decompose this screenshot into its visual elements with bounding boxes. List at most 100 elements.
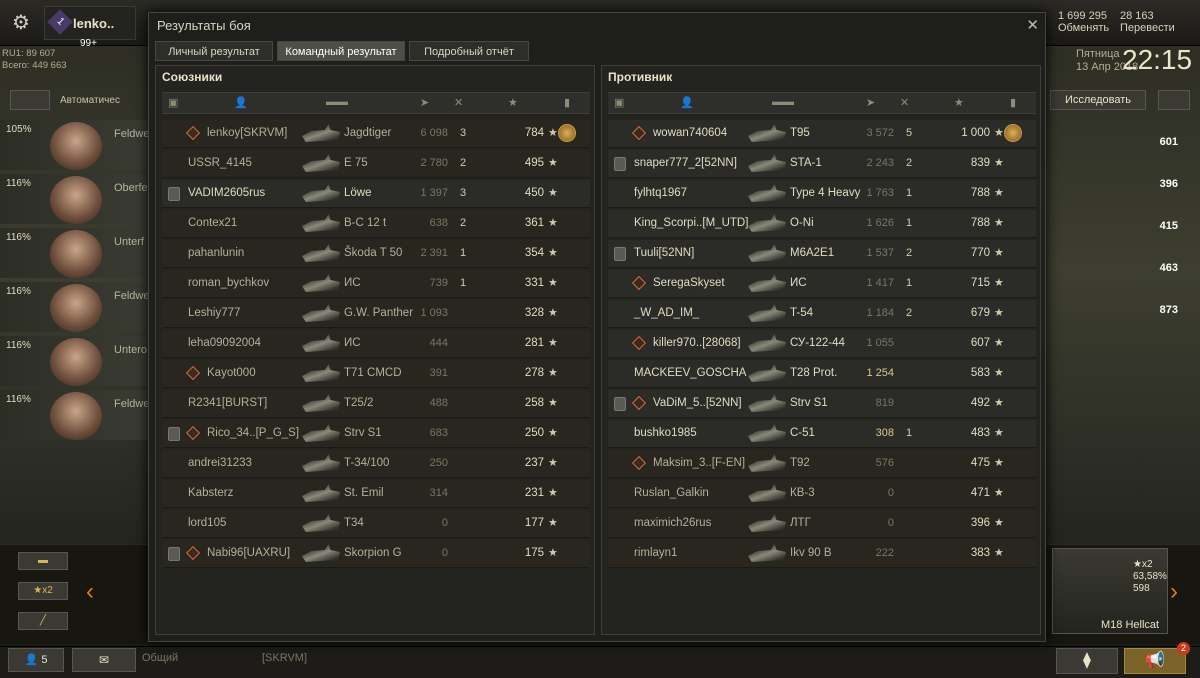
ally-row[interactable]: roman_bychkov ИС 739 1 331 ★ <box>162 270 590 298</box>
ally-row[interactable]: Nabi96[UAXRU] Skorpion G 0 175 ★ <box>162 540 590 568</box>
tank-name: St. Emil <box>344 487 384 499</box>
settings-gear-icon[interactable]: ⚙ <box>8 10 34 36</box>
ally-row[interactable]: Contex21 B-C 12 t 638 2 361 ★ <box>162 210 590 238</box>
clan-column-icon[interactable]: ▣ <box>168 96 178 109</box>
enemies-column-header: ▣ 👤 ▬▬ ➤ ✕ ★ ▮ <box>608 92 1036 114</box>
clan-emblem-icon <box>614 157 626 171</box>
tank-column-icon[interactable]: ▬▬ <box>326 96 348 108</box>
exchange-link[interactable]: Обменять <box>1058 22 1109 34</box>
ally-row[interactable]: leha09092004 ИС 444 281 ★ <box>162 330 590 358</box>
enemy-row[interactable]: _W_AD_IM_ T-54 1 184 2 679 ★ <box>608 300 1036 328</box>
xp-star-icon: ★ <box>548 367 558 379</box>
medals-column-icon[interactable]: ▮ <box>564 96 570 109</box>
crew-member[interactable]: 116% Oberfe <box>0 174 148 224</box>
tank-column-icon[interactable]: ▬▬ <box>772 96 794 108</box>
ally-row[interactable]: VADIM2605rus Löwe 1 397 3 450 ★ <box>162 180 590 208</box>
enemy-row[interactable]: snaper777_2[52NN] STA-1 2 243 2 839 ★ <box>608 150 1036 178</box>
tank-silhouette-icon <box>302 484 340 502</box>
contacts-button[interactable]: ⧫ <box>1056 648 1118 674</box>
xp-value: 788 <box>970 217 990 229</box>
account-name: lenko.. <box>73 16 115 31</box>
tab-personal-result[interactable]: Личный результат <box>155 41 273 61</box>
tab-team-result[interactable]: Командный результат <box>277 41 405 61</box>
damage-value: 638 <box>429 217 448 229</box>
carousel-right-arrow-icon[interactable]: › <box>1170 578 1178 606</box>
ally-row[interactable]: pahanlunin Škoda T 50 2 391 1 354 ★ <box>162 240 590 268</box>
damage-column-icon[interactable]: ➤ <box>420 96 429 109</box>
kills-column-icon[interactable]: ✕ <box>900 96 909 109</box>
crew-settings-button[interactable] <box>10 90 50 110</box>
enemy-row[interactable]: King_Scorpi..[M_UTD] O-Ni 1 626 1 788 ★ <box>608 210 1036 238</box>
close-icon[interactable]: ✕ <box>1026 16 1039 34</box>
xp-column-icon[interactable]: ★ <box>954 96 964 109</box>
crew-pct: 116% <box>6 232 31 243</box>
ally-row[interactable]: Rico_34..[P_G_S] Strv S1 683 250 ★ <box>162 420 590 448</box>
clan-column-icon[interactable]: ▣ <box>614 96 624 109</box>
enemy-row[interactable]: wowan740604 T95 3 572 5 1 000 ★ <box>608 120 1036 148</box>
enemy-row[interactable]: Tuuli[52NN] M6A2E1 1 537 2 770 ★ <box>608 240 1036 268</box>
enemy-row[interactable]: MACKEEV_GOSCHA T28 Prot. 1 254 583 ★ <box>608 360 1036 388</box>
convert-link[interactable]: Перевести <box>1120 22 1175 34</box>
xp-star-icon: ★ <box>548 187 558 199</box>
ally-row[interactable]: USSR_4145 E 75 2 780 2 495 ★ <box>162 150 590 178</box>
allies-column-header: ▣ 👤 ▬▬ ➤ ✕ ★ ▮ <box>162 92 590 114</box>
selected-tank-card[interactable]: ★x2 63,58% 598 M18 Hellcat <box>1052 548 1168 634</box>
tab-detailed-report[interactable]: Подробный отчёт <box>409 41 529 61</box>
chat-button[interactable]: ✉ <box>72 648 136 672</box>
ally-row[interactable]: lord105 T34 0 177 ★ <box>162 510 590 538</box>
damage-value: 3 572 <box>866 127 894 139</box>
enemy-row[interactable]: VaDiM_5..[52NN] Strv S1 819 492 ★ <box>608 390 1036 418</box>
account-button[interactable]: 1 lenko.. <box>44 6 136 40</box>
crew-member[interactable]: 116% Untero <box>0 336 148 386</box>
platoon-button[interactable]: 👤 5 <box>8 648 64 672</box>
ally-row[interactable]: andrei31233 T-34/100 250 237 ★ <box>162 450 590 478</box>
carousel-filter-rental-icon[interactable]: ╱ <box>18 612 68 630</box>
medals-column-icon[interactable]: ▮ <box>1010 96 1016 109</box>
silver-value: 1 699 295 <box>1058 10 1107 22</box>
enemy-row[interactable]: maximich26rus ЛТГ 0 396 ★ <box>608 510 1036 538</box>
ally-row[interactable]: R2341[BURST] T25/2 488 258 ★ <box>162 390 590 418</box>
player-column-icon[interactable]: 👤 <box>680 96 694 109</box>
crew-member[interactable]: 105% Feldwe <box>0 120 149 170</box>
player-column-icon[interactable]: 👤 <box>234 96 248 109</box>
ally-row[interactable]: Kabsterz St. Emil 314 231 ★ <box>162 480 590 508</box>
chat-channel-general[interactable]: Общий <box>142 652 178 664</box>
xp-value: 331 <box>524 277 544 289</box>
kills-value: 1 <box>906 187 913 199</box>
auto-checkbox-label[interactable]: Автоматичес <box>60 95 120 106</box>
crew-member[interactable]: 116% Unterf <box>0 228 148 278</box>
enemy-row[interactable]: rimlayn1 Ikv 90 B 222 383 ★ <box>608 540 1036 568</box>
enemy-row[interactable]: Maksim_3..[F-EN] T92 576 475 ★ <box>608 450 1036 478</box>
carousel-left-arrow-icon[interactable]: ‹ <box>86 578 94 606</box>
chat-icon: ✉ <box>98 653 110 667</box>
enemy-row[interactable]: bushko1985 С-51 308 1 483 ★ <box>608 420 1036 448</box>
xp-column-icon[interactable]: ★ <box>508 96 518 109</box>
xp-value: 354 <box>524 247 544 259</box>
enemy-row[interactable]: SeregaSkyset ИС 1 417 1 715 ★ <box>608 270 1036 298</box>
crew-pct: 116% <box>6 178 31 189</box>
gold-block[interactable]: 28 163 Перевести <box>1120 10 1175 34</box>
carousel-filter-tank-icon[interactable]: ▬ <box>18 552 68 570</box>
medal-icon[interactable] <box>1004 124 1022 142</box>
xp-value: 175 <box>524 547 544 559</box>
silver-block[interactable]: 1 699 295 Обменять <box>1058 10 1109 34</box>
notifications-button[interactable]: 📢 <box>1124 648 1186 674</box>
enemy-row[interactable]: Ruslan_Galkin КВ-3 0 471 ★ <box>608 480 1036 508</box>
crew-member[interactable]: 116% Feldwe <box>0 390 149 440</box>
enemy-row[interactable]: fylhtq1967 Type 4 Heavy 1 763 1 788 ★ <box>608 180 1036 208</box>
medal-icon[interactable] <box>558 124 576 142</box>
explore-button[interactable]: Исследовать <box>1050 90 1146 110</box>
player-name: snaper777_2[52NN] <box>634 157 737 169</box>
xp-multiplier-filter[interactable]: ★x2 <box>18 582 68 600</box>
enemy-row[interactable]: killer970..[28068] СУ-122-44 1 055 607 ★ <box>608 330 1036 358</box>
tank-silhouette-icon <box>748 184 786 202</box>
kills-column-icon[interactable]: ✕ <box>454 96 463 109</box>
ally-row[interactable]: Leshiy777 G.W. Panther 1 093 328 ★ <box>162 300 590 328</box>
kills-value: 2 <box>906 307 913 319</box>
chat-channel-clan[interactable]: [SKRVM] <box>262 652 307 664</box>
damage-column-icon[interactable]: ➤ <box>866 96 875 109</box>
tank-filter-button[interactable] <box>1158 90 1190 110</box>
crew-member[interactable]: 116% Feldwe <box>0 282 149 332</box>
ally-row[interactable]: lenkoy[SKRVM] Jagdtiger 6 098 3 784 ★ <box>162 120 590 148</box>
ally-row[interactable]: Kayot000 T71 CMCD 391 278 ★ <box>162 360 590 388</box>
